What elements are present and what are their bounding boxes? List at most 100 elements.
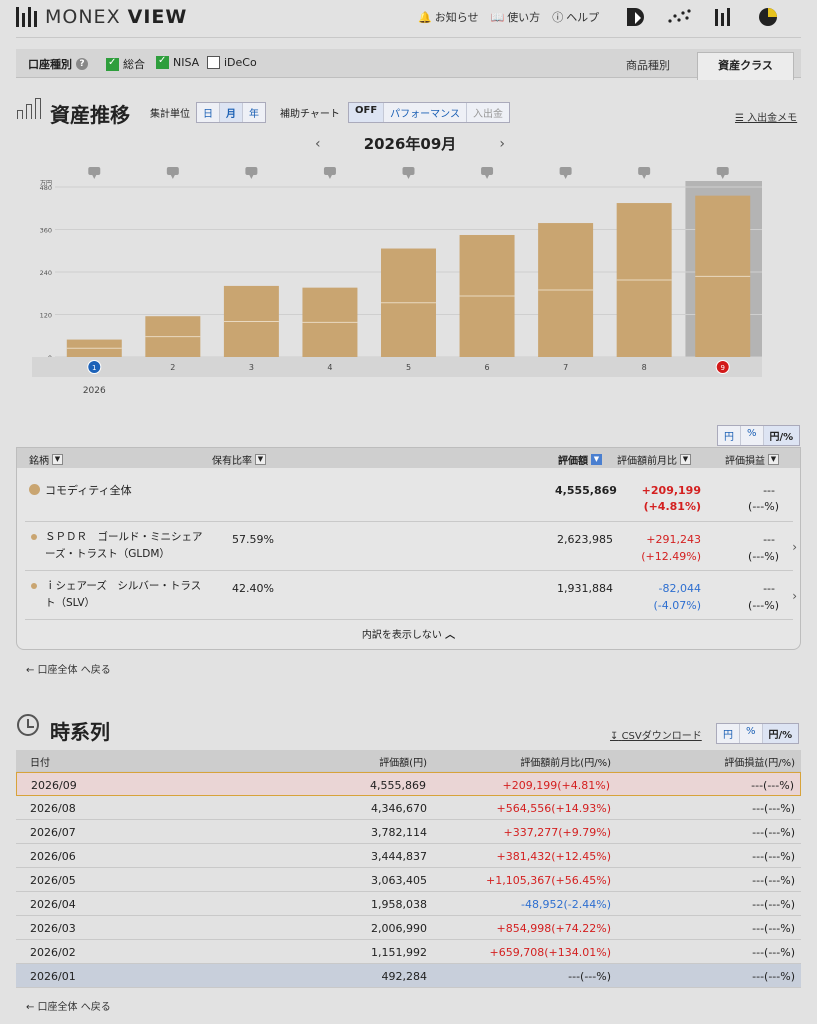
back-to-account-link[interactable]: ← 口座全体 へ戻る	[26, 998, 111, 1013]
nav-notifications[interactable]: 🔔 お知らせ	[418, 9, 478, 25]
aux-cashflow-option[interactable]: 入出金	[467, 103, 509, 122]
category-color-dot	[31, 534, 37, 540]
unit-percent-option[interactable]: %	[740, 724, 763, 743]
header-change: 評価額前月比(円/%)	[520, 758, 611, 769]
current-month: 2026年09月	[363, 135, 457, 153]
row-change: +1,105,367(+56.45%)	[486, 874, 611, 887]
timeseries-row[interactable]: 2026/04 1,958,038 -48,952(-2.44%) ---(---%)	[16, 892, 801, 916]
timeseries-row[interactable]: 2026/09 4,555,869 +209,199(+4.81%) ---(---%…	[16, 772, 801, 796]
unit-day-option[interactable]: 日	[197, 103, 220, 122]
memo-bubble-icon	[166, 167, 179, 175]
csv-download-link[interactable]: ↧ CSVダウンロード	[610, 727, 702, 742]
memo-bubble-tail-icon	[563, 175, 568, 179]
aggregation-unit-label: 集計単位	[150, 109, 190, 120]
breakdown-toggle[interactable]: 内訳を表示しない ︿	[17, 626, 800, 641]
checkbox-nisa[interactable]: NISA	[156, 55, 199, 69]
x-tick-label: 2	[170, 363, 175, 372]
memo-bubble-icon	[402, 167, 415, 175]
scatter-icon[interactable]	[667, 7, 691, 27]
monex-logo-icon	[16, 7, 37, 27]
checkbox-checked-icon[interactable]	[106, 57, 119, 71]
y-unit-label: 万円	[40, 180, 52, 187]
next-month-arrow-icon[interactable]: ›	[499, 136, 505, 152]
chevron-right-icon[interactable]: ›	[792, 589, 797, 603]
memo-bubble-tail-icon	[485, 175, 490, 179]
holding-row[interactable]: ＳＰＤＲ ゴールド・ミニシェア ーズ・トラスト（GLDM） 57.59% 2,6…	[25, 523, 797, 571]
holding-change-pct: (-4.07%)	[653, 599, 702, 612]
x-tick-label: 6	[485, 363, 490, 372]
month-navigator: ‹ 2026年09月 ›	[315, 133, 505, 154]
cashflow-memo-link[interactable]: ☰ 入出金メモ	[735, 109, 797, 124]
asset-trend-chart: 0120240360480万円1234567892026	[32, 167, 762, 396]
memo-bubble-tail-icon	[406, 175, 411, 179]
sort-icon[interactable]: ▼	[680, 454, 691, 465]
x-axis-band	[32, 357, 762, 377]
holding-name-line2: ト（SLV）	[45, 597, 96, 609]
unit-yen-percent-option[interactable]: 円/%	[762, 724, 799, 743]
tab-asset-class[interactable]: 資産クラス	[697, 52, 794, 80]
memo-bubble-tail-icon	[92, 175, 97, 179]
unit-percent-option[interactable]: %	[741, 426, 764, 445]
row-pnl: ---(---%)	[752, 946, 795, 959]
download-icon: ↧	[610, 731, 619, 742]
row-pnl: ---(---%)	[752, 898, 795, 911]
back-to-account-link[interactable]: ← 口座全体 へ戻る	[26, 661, 111, 676]
aux-performance-option[interactable]: パフォーマンス	[384, 103, 467, 122]
holding-name-line1: ＳＰＤＲ ゴールド・ミニシェア	[45, 531, 203, 543]
timeseries-row[interactable]: 2026/02 1,151,992 +659,708(+134.01%) ---(--…	[16, 940, 801, 964]
tab-product-type[interactable]: 商品種別	[626, 57, 670, 73]
account-type-bar: 口座種別 ? 総合 NISA iDeCo 商品種別 資産クラス	[16, 49, 801, 80]
unit-yen-option[interactable]: 円	[718, 426, 741, 445]
timeseries-row[interactable]: 2026/03 2,006,990 +854,998(+74.22%) ---(---…	[16, 916, 801, 940]
portfolio-icon[interactable]	[625, 6, 645, 28]
row-date: 2026/08	[30, 802, 76, 815]
unit-yen-percent-option[interactable]: 円/%	[763, 426, 800, 445]
timeseries-row[interactable]: 2026/08 4,346,670 +564,556(+14.93%) ---(---…	[16, 796, 801, 820]
holding-value: 2,623,985	[557, 533, 613, 546]
checkbox-ideco[interactable]: iDeCo	[207, 56, 257, 69]
header-change[interactable]: 評価額前月比 ▼	[617, 452, 691, 467]
prev-month-arrow-icon[interactable]: ‹	[315, 136, 321, 152]
sort-active-icon[interactable]: ▼	[591, 454, 602, 465]
nav-guide[interactable]: 📖 使い方	[490, 9, 540, 25]
x-tick-label: 7	[563, 363, 568, 372]
bars-icon[interactable]	[713, 6, 735, 28]
unit-month-option[interactable]: 月	[220, 103, 243, 122]
row-change: +854,998(+74.22%)	[496, 922, 611, 935]
header-value[interactable]: 評価額 ▼	[558, 452, 602, 467]
holdings-table: 銘柄 ▼ 保有比率 ▼ 評価額 ▼ 評価額前月比 ▼ 評価損益 ▼ コモディティ全体 4,…	[16, 447, 801, 650]
brand-logo[interactable]: MONEX VIEW	[16, 6, 187, 28]
chevron-right-icon[interactable]: ›	[792, 540, 797, 554]
question-icon[interactable]: ?	[76, 58, 88, 70]
checkbox-checked-icon[interactable]	[156, 55, 169, 69]
sort-icon[interactable]: ▼	[255, 454, 266, 465]
sort-icon[interactable]: ▼	[768, 454, 779, 465]
checkbox-unchecked-icon[interactable]	[207, 56, 220, 69]
sort-icon[interactable]: ▼	[52, 454, 63, 465]
book-icon: 📖	[490, 10, 505, 24]
brand-name: MONEX VIEW	[45, 6, 188, 28]
memo-bubble-icon	[323, 167, 336, 175]
holding-value: 4,555,869	[555, 484, 617, 497]
bell-icon: 🔔	[418, 10, 432, 24]
holding-pnl: ---	[763, 533, 775, 546]
pie-icon[interactable]	[757, 6, 779, 28]
nav-help[interactable]: ⓘ ヘルプ	[552, 9, 599, 25]
holding-row[interactable]: ｉシェアーズ シルバー・トラス ト（SLV） 42.40% 1,931,884 …	[25, 572, 797, 620]
holding-total-row[interactable]: コモディティ全体 4,555,869 +209,199 (+4.81%) ---…	[25, 470, 793, 522]
unit-year-option[interactable]: 年	[243, 103, 265, 122]
holding-pnl: ---	[763, 484, 775, 497]
row-date: 2026/05	[30, 874, 76, 887]
timeseries-row[interactable]: 2026/01 492,284 ---(---%) ---(---%)	[16, 964, 801, 988]
aux-off-option[interactable]: OFF	[349, 103, 385, 122]
header-name[interactable]: 銘柄 ▼	[29, 452, 63, 467]
unit-yen-option[interactable]: 円	[717, 724, 740, 743]
header-pnl[interactable]: 評価損益 ▼	[725, 452, 779, 467]
checkbox-general[interactable]: 総合	[106, 56, 145, 72]
row-value: 3,063,405	[371, 874, 427, 887]
timeseries-row[interactable]: 2026/07 3,782,114 +337,277(+9.79%) ---(---%…	[16, 820, 801, 844]
row-pnl: ---(---%)	[752, 874, 795, 887]
timeseries-row[interactable]: 2026/06 3,444,837 +381,432(+12.45%) ---(---…	[16, 844, 801, 868]
timeseries-row[interactable]: 2026/05 3,063,405 +1,105,367(+56.45%) ---(-…	[16, 868, 801, 892]
header-ratio[interactable]: 保有比率 ▼	[212, 452, 266, 467]
